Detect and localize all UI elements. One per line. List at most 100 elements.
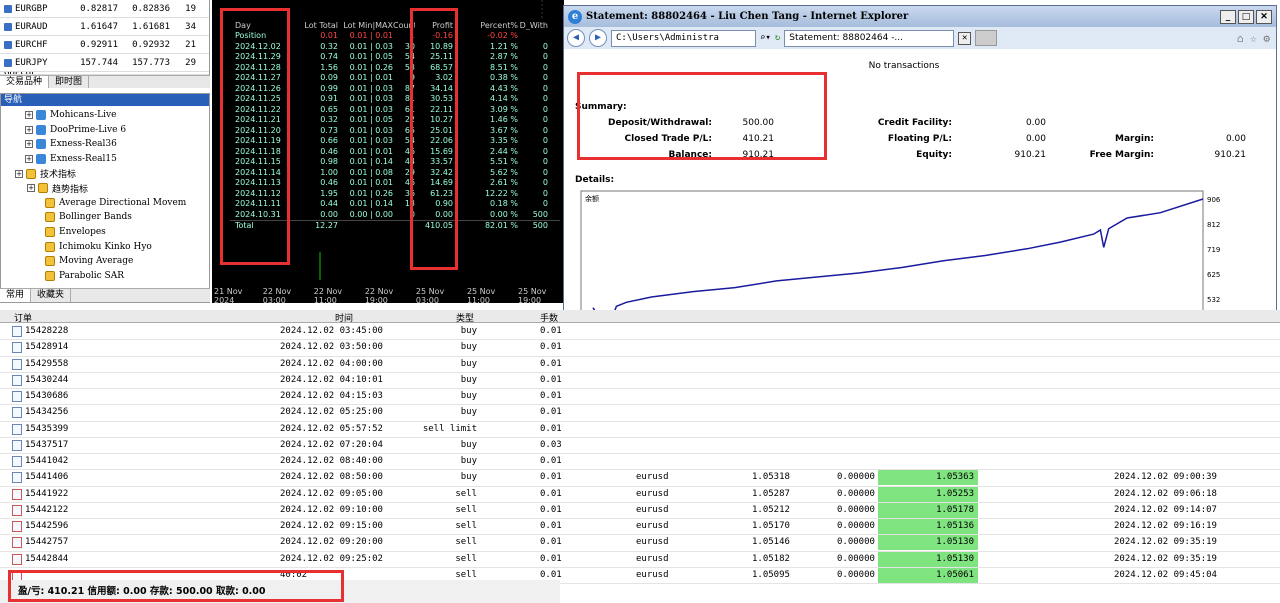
order-row[interactable]: 15441042 2024.12.02 08:40:00 buy 0.01 — [0, 454, 1280, 471]
navigator-item[interactable]: + Exness-Real15 — [15, 152, 209, 167]
order-row[interactable]: 15442844 2024.12.02 09:25:02 sell 0.01 eurus… — [0, 551, 1280, 568]
table-cell: 53 — [404, 62, 415, 72]
margin-value: 0.00 — [1225, 134, 1246, 144]
table-cell: 2.87 % — [490, 52, 518, 62]
order-type: buy — [460, 358, 477, 369]
order-lots: 0.01 — [540, 326, 562, 336]
total-row: Total 12.27 410.05 82.01 % 500 — [230, 219, 560, 231]
market-watch-row[interactable]: EURAUD 1.61647 1.61681 34 — [0, 18, 209, 36]
expand-icon[interactable]: + — [25, 125, 33, 134]
market-watch-row[interactable]: EURJPY 157.744 157.773 29 — [0, 54, 209, 72]
table-cell: 54 — [404, 136, 415, 146]
order-row[interactable]: 15430244 2024.12.02 04:10:01 buy 0.01 — [0, 373, 1280, 390]
forward-icon[interactable]: ▶ — [589, 29, 607, 47]
order-id-cell: 15429558 — [0, 357, 68, 372]
order-row[interactable]: 15429558 2024.12.02 04:00:00 buy 0.01 — [0, 357, 1280, 373]
closed-pl-value: 410.21 — [742, 134, 775, 144]
navigator-item[interactable]: Parabolic SAR — [15, 269, 209, 284]
tab-symbols[interactable]: 交易品种 — [0, 76, 50, 88]
tab-close-button[interactable]: ✕ — [958, 31, 972, 45]
navigator-label: Ichimoku Kinko Hyo — [59, 241, 152, 252]
order-current-price: 1.05130 — [878, 535, 978, 551]
order-row[interactable]: 15428914 2024.12.02 03:50:00 buy 0.01 — [0, 340, 1280, 357]
back-icon[interactable]: ◀ — [567, 29, 585, 47]
floating-value: 0.00 — [1025, 134, 1046, 144]
time-tick: 21 Nov 2024 — [214, 287, 243, 305]
address-bar[interactable]: C:\Users\Administra — [611, 29, 756, 47]
navigator-item[interactable]: Bollinger Bands — [15, 210, 209, 225]
table-cell: 0.01 | 0.26 — [349, 62, 393, 72]
navigator-item[interactable]: Average Directional Movem — [15, 196, 209, 211]
navigator-item[interactable]: + DooPrime-Live 6 — [15, 123, 209, 138]
order-row[interactable]: 15441406 2024.12.02 08:50:00 buy 0.01 eurusd… — [0, 470, 1280, 487]
order-row[interactable]: 15441922 2024.12.02 09:05:00 sell 0.01 eurus… — [0, 486, 1280, 503]
navigator-item[interactable]: + Mohicans-Live — [15, 108, 209, 123]
table-cell: 0 — [542, 146, 548, 156]
minimize-button[interactable]: _ — [1220, 10, 1236, 24]
search-icon[interactable]: ⌕▾ — [760, 33, 771, 43]
expand-icon[interactable]: + — [25, 111, 33, 120]
navigator-title: 导航 — [1, 94, 209, 106]
refresh-icon[interactable]: ↻ — [775, 33, 780, 43]
navigator-item[interactable]: Ichimoku Kinko Hyo — [15, 239, 209, 254]
order-lots: 0.01 — [540, 423, 562, 434]
browser-tab[interactable]: Statement: 88802464 -... — [784, 29, 955, 47]
home-star-gear-icons[interactable]: ⌂ ☆ ⚙ — [1237, 32, 1270, 45]
order-row[interactable]: 15442757 2024.12.02 09:20:00 sell 0.01 eurus… — [0, 535, 1280, 552]
order-id: 15434256 — [25, 407, 69, 418]
total-cell: 410.05 — [425, 220, 453, 230]
table-row: 2024.11.13 0.46 0.01 | 0.01 46 14.69 2.61 % 0 — [230, 178, 560, 189]
order-time: 2024.12.02 09:20:00 — [280, 537, 383, 548]
order-row[interactable]: 15437517 2024.12.02 07:20:04 buy 0.03 — [0, 438, 1280, 455]
market-watch-row[interactable]: EURCHF 0.92911 0.92932 21 — [0, 36, 209, 54]
symbol-cell: EURCHF — [0, 40, 48, 50]
table-cell: 0.32 — [320, 41, 338, 51]
ie-titlebar: e Statement: 88802464 - Liu Chen Tang - … — [564, 6, 1276, 27]
order-row[interactable]: 15442596 2024.12.02 09:15:00 sell 0.01 eurus… — [0, 519, 1280, 536]
tab-common[interactable]: 常用 — [0, 289, 32, 302]
table-row: 2024.11.20 0.73 0.01 | 0.03 65 25.01 3.67 % 0 — [230, 125, 560, 136]
order-doc-icon — [12, 553, 22, 565]
close-button[interactable]: ✕ — [1256, 10, 1272, 24]
order-symbol: eurusd — [636, 521, 669, 531]
col-type[interactable]: 类型 — [456, 311, 474, 324]
navigator-item[interactable]: + 趋势指标 — [15, 181, 209, 196]
order-lots: 0.01 — [540, 553, 562, 564]
navigator-item[interactable]: Moving Average — [15, 254, 209, 269]
tab-tick-chart[interactable]: 即时图 — [49, 76, 90, 88]
order-time: 2024.12.02 09:25:02 — [280, 553, 383, 564]
navigator-item[interactable]: + Exness-Real36 — [15, 137, 209, 152]
table-cell: 2024.11.13 — [235, 178, 281, 188]
table-cell: 0.01 | 0.03 — [349, 83, 393, 93]
order-row[interactable]: 15442122 2024.12.02 09:10:00 sell 0.01 eurus… — [0, 502, 1280, 520]
order-row[interactable]: 15428228 2024.12.02 03:45:00 buy 0.01 — [0, 324, 1280, 341]
col-order[interactable]: 订单 — [14, 311, 32, 324]
value-cell: 0.01 | 0.01 — [349, 31, 393, 41]
order-time: 2024.12.02 05:57:52 — [280, 423, 383, 434]
order-open-price: 1.05146 — [752, 537, 790, 548]
order-row[interactable]: 15434256 2024.12.02 05:25:00 buy 0.01 — [0, 405, 1280, 422]
order-id: 15442122 — [25, 504, 69, 515]
col-lots[interactable]: 手数 — [540, 311, 558, 324]
order-row[interactable]: 15430686 2024.12.02 04:15:03 buy 0.01 — [0, 389, 1280, 406]
expand-icon[interactable]: + — [25, 155, 33, 164]
navigator-item[interactable]: Envelopes — [15, 225, 209, 240]
table-cell: 0.65 — [320, 104, 338, 114]
table-cell: 15.69 — [430, 146, 453, 156]
expand-icon[interactable]: + — [15, 169, 23, 178]
market-watch-row[interactable]: EURGBP 0.82817 0.82836 19 — [0, 0, 209, 18]
navigator-label: Moving Average — [59, 256, 134, 267]
tab-favorites[interactable]: 收藏夹 — [31, 289, 72, 302]
table-cell: 2024.11.15 — [235, 157, 281, 167]
order-time: 2024.12.02 07:20:04 — [280, 439, 383, 450]
value-cell: -0.16 — [432, 31, 453, 41]
new-tab-button[interactable] — [975, 30, 998, 46]
order-lots: 0.01 — [540, 537, 562, 548]
expand-icon[interactable]: + — [27, 184, 35, 193]
maximize-button[interactable]: □ — [1238, 10, 1254, 24]
order-doc-icon — [12, 423, 22, 435]
expand-icon[interactable]: + — [25, 140, 33, 149]
col-time[interactable]: 时间 — [335, 311, 353, 324]
order-row[interactable]: 15435399 2024.12.02 05:57:52 sell limit 0.0… — [0, 422, 1280, 438]
navigator-item[interactable]: + 技术指标 — [15, 166, 209, 181]
